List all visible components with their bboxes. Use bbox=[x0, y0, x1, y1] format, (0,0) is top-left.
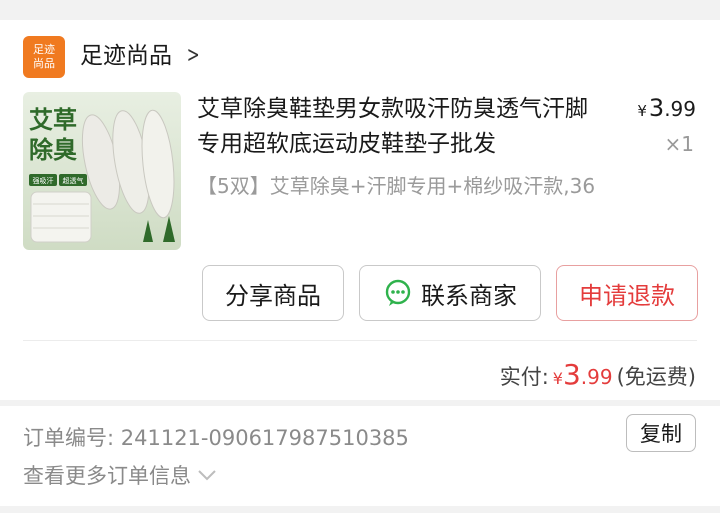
paid-currency: ¥ bbox=[552, 369, 563, 388]
refund-label: 申请退款 bbox=[579, 281, 675, 310]
contact-label: 联系商家 bbox=[421, 281, 517, 310]
price-integer: 3 bbox=[648, 94, 665, 122]
price-decimal: .99 bbox=[664, 97, 696, 121]
product-quantity: ×1 bbox=[664, 132, 694, 156]
share-product-button[interactable]: 分享商品 bbox=[202, 265, 344, 321]
refund-button[interactable]: 申请退款 bbox=[556, 265, 698, 321]
product-sku: 【5双】艾草除臭+汗脚专用+棉纱吸汗款,36 bbox=[197, 174, 596, 198]
price-currency: ¥ bbox=[637, 102, 647, 120]
product-price: ¥3.99 bbox=[637, 94, 696, 122]
order-info-card: 订单编号: 241121-090617987510385 复制 查看更多订单信息 bbox=[0, 406, 720, 506]
image-text-bottom: 除臭 bbox=[29, 136, 77, 164]
chat-bubble-icon bbox=[385, 279, 411, 306]
image-tag-breathable: 超透气 bbox=[63, 176, 84, 185]
more-order-info-link[interactable]: 查看更多订单信息 bbox=[23, 460, 217, 490]
paid-integer: 3 bbox=[562, 358, 581, 391]
store-name: 足迹尚品 bbox=[80, 43, 172, 69]
chevron-right-icon: > bbox=[186, 43, 200, 68]
shipping-note: (免运费) bbox=[616, 365, 696, 389]
image-text-top: 艾草 bbox=[29, 106, 77, 134]
insole-image-icon: 强吸汗 超透气 艾草 除臭 bbox=[23, 92, 181, 250]
share-label: 分享商品 bbox=[225, 281, 321, 310]
store-link[interactable]: 足迹尚品 > bbox=[80, 38, 202, 74]
paid-amount: 实付: ¥3.99 (免运费) bbox=[500, 358, 696, 391]
copy-button[interactable]: 复制 bbox=[626, 414, 696, 452]
paid-label: 实付: bbox=[499, 365, 549, 389]
store-logo-text: 足迹尚品 bbox=[33, 43, 55, 70]
contact-seller-button[interactable]: 联系商家 bbox=[359, 265, 541, 321]
copy-label: 复制 bbox=[640, 422, 682, 446]
chevron-down-icon bbox=[198, 470, 216, 481]
more-label: 查看更多订单信息 bbox=[23, 464, 191, 488]
store-logo[interactable]: 足迹尚品 bbox=[23, 36, 65, 78]
product-image[interactable]: 强吸汗 超透气 艾草 除臭 bbox=[23, 92, 181, 250]
paid-value: ¥3.99 bbox=[553, 358, 613, 391]
paid-decimal: .99 bbox=[580, 365, 613, 389]
product-title[interactable]: 艾草除臭鞋垫男女款吸汗防臭透气汗脚专用超软底运动皮鞋垫子批发 bbox=[197, 92, 607, 162]
divider bbox=[23, 340, 697, 341]
image-tag-absorb: 强吸汗 bbox=[33, 177, 54, 185]
order-item-card: 足迹尚品 足迹尚品 > 强吸汗 超透气 艾草 除臭 艾草除臭鞋垫男女款吸汗防臭透… bbox=[0, 20, 720, 400]
order-number: 订单编号: 241121-090617987510385 bbox=[23, 426, 409, 450]
